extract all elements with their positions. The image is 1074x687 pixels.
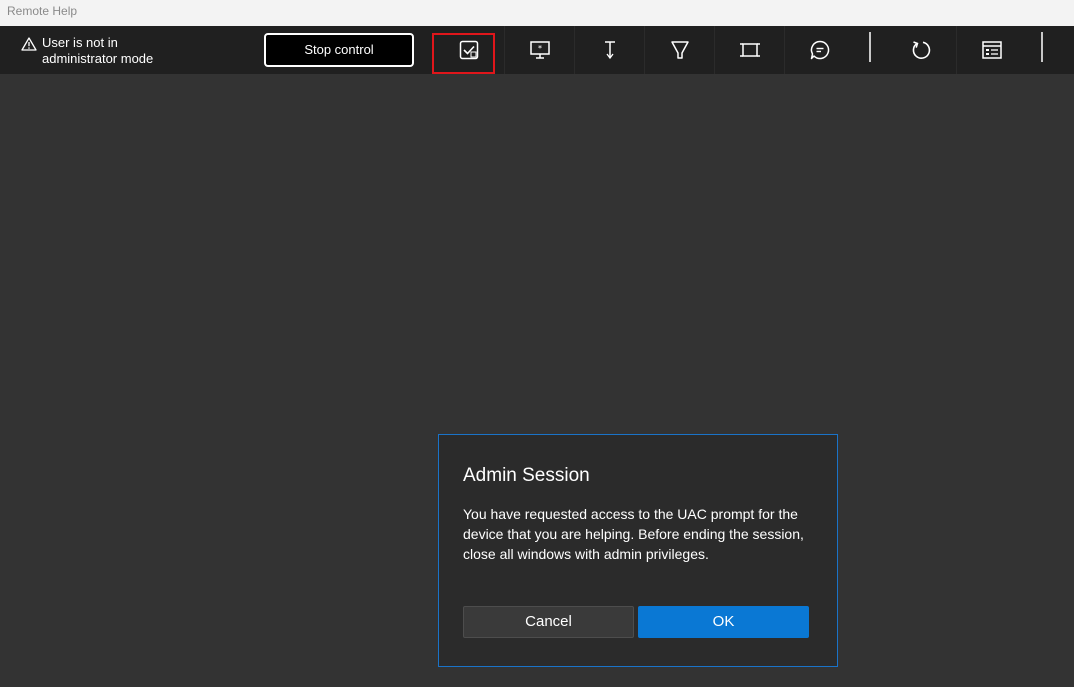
chat-button[interactable] <box>784 26 854 74</box>
warning-icon <box>21 37 37 51</box>
highlighter-button[interactable] <box>644 26 714 74</box>
toolbar-divider <box>869 32 871 62</box>
window-title: Remote Help <box>7 4 78 18</box>
admin-session-dialog: Admin Session You have requested access … <box>438 434 838 667</box>
refresh-icon <box>912 41 931 59</box>
toolbar: User is not in administrator mode Stop c… <box>0 26 1074 74</box>
chat-icon <box>810 40 829 60</box>
highlighter-icon <box>670 41 689 59</box>
screen-crop-button[interactable] <box>714 26 784 74</box>
screen-crop-icon <box>739 43 760 57</box>
task-manager-icon <box>981 41 1002 59</box>
toolbar-divider <box>1041 32 1043 62</box>
dialog-title: Admin Session <box>463 465 590 486</box>
ok-button[interactable]: OK <box>638 606 809 638</box>
window-titlebar: Remote Help <box>0 0 1074 26</box>
refresh-button[interactable] <box>886 26 956 74</box>
svg-text:*: * <box>538 44 542 53</box>
monitor-icon: * <box>529 41 550 59</box>
admin-status-line2: administrator mode <box>42 51 154 66</box>
admin-status-line1: User is not in <box>42 35 118 50</box>
task-manager-button[interactable] <box>956 26 1026 74</box>
highlight-box <box>432 33 495 74</box>
dialog-message: You have requested access to the UAC pro… <box>463 506 804 562</box>
monitor-button[interactable]: * <box>504 26 574 74</box>
cancel-button[interactable]: Cancel <box>463 606 634 638</box>
laser-pointer-button[interactable] <box>574 26 644 74</box>
stop-control-button[interactable]: Stop control <box>264 33 414 67</box>
laser-pointer-icon <box>604 41 615 60</box>
